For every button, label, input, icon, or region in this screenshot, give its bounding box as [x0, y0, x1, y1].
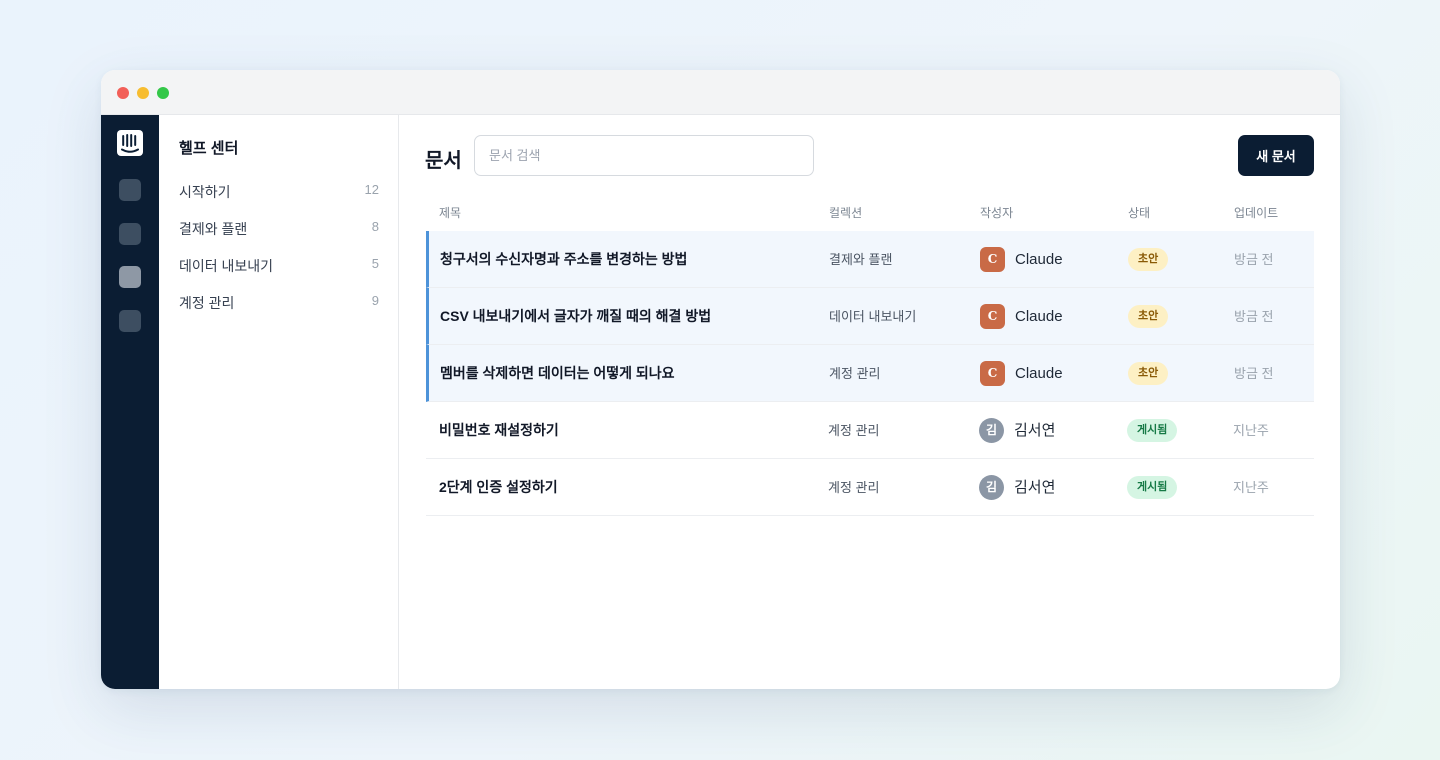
author-name: 김서연: [1014, 422, 1056, 439]
rail-nav-button-2[interactable]: [119, 223, 141, 245]
status-badge: 초안: [1128, 305, 1169, 328]
status-badge: 게시됨: [1127, 419, 1178, 442]
document-title: 청구서의 수신자명과 주소를 변경하는 방법: [440, 251, 688, 267]
updated-time: 지난주: [1233, 480, 1269, 495]
author-name: Claude: [1015, 308, 1063, 325]
status-badge: 초안: [1128, 248, 1169, 271]
sidebar-item-count: 12: [364, 182, 379, 197]
status-badge: 초안: [1128, 362, 1169, 385]
table-row[interactable]: 청구서의 수신자명과 주소를 변경하는 방법 결제와 플랜 C Claude 초…: [426, 231, 1314, 288]
document-collection: 결제와 플랜: [829, 252, 893, 267]
document-collection: 계정 관리: [829, 366, 881, 381]
sidebar-item-label: 시작하기: [179, 184, 231, 200]
maximize-window-button[interactable]: [157, 87, 169, 99]
table-row[interactable]: 비밀번호 재설정하기 계정 관리 김 김서연 게시됨 지난주: [426, 402, 1314, 459]
sidebar-title: 헬프 센터: [179, 140, 239, 157]
column-header-status[interactable]: 상태: [1128, 204, 1150, 221]
sidebar-item-account[interactable]: 계정 관리 9: [179, 289, 379, 313]
minimize-window-button[interactable]: [137, 87, 149, 99]
avatar: C: [980, 361, 1005, 386]
documents-main: 문서 새 문서 제목 컬렉션 작성자 상태 업데이트 청구서의 수신자명과 주소…: [400, 115, 1340, 689]
app-window: 헬프 센터 시작하기 12 결제와 플랜 8 데이터 내보내기 5 계정 관리 …: [101, 70, 1340, 689]
updated-time: 지난주: [1233, 423, 1269, 438]
table-row[interactable]: 2단계 인증 설정하기 계정 관리 김 김서연 게시됨 지난주: [426, 459, 1314, 516]
document-collection: 데이터 내보내기: [829, 309, 917, 324]
column-header-collection[interactable]: 컬렉션: [829, 204, 862, 221]
document-title: 2단계 인증 설정하기: [439, 479, 558, 495]
document-collection: 계정 관리: [828, 423, 880, 438]
updated-time: 방금 전: [1234, 252, 1274, 267]
page-title: 문서: [425, 150, 462, 172]
sidebar-item-data-export[interactable]: 데이터 내보내기 5: [179, 252, 379, 276]
table-row[interactable]: CSV 내보내기에서 글자가 깨질 때의 해결 방법 데이터 내보내기 C Cl…: [426, 288, 1314, 345]
column-header-author[interactable]: 작성자: [980, 204, 1013, 221]
rail-nav-button-4[interactable]: [119, 310, 141, 332]
avatar: C: [980, 304, 1005, 329]
app-rail: [101, 115, 159, 689]
avatar: 김: [979, 418, 1004, 443]
author-name: 김서연: [1014, 479, 1056, 496]
title-bar: [101, 70, 1340, 115]
sidebar-item-label: 계정 관리: [179, 295, 235, 311]
sidebar-item-label: 결제와 플랜: [179, 221, 248, 237]
updated-time: 방금 전: [1234, 366, 1274, 381]
avatar: C: [980, 247, 1005, 272]
column-header-title[interactable]: 제목: [439, 204, 461, 221]
sidebar-item-count: 9: [371, 293, 379, 308]
new-document-button[interactable]: 새 문서: [1238, 135, 1314, 176]
close-window-button[interactable]: [117, 87, 129, 99]
table-row[interactable]: 멤버를 삭제하면 데이터는 어떻게 되나요 계정 관리 C Claude 초안 …: [426, 345, 1314, 402]
updated-time: 방금 전: [1234, 309, 1274, 324]
sidebar-item-billing[interactable]: 결제와 플랜 8: [179, 215, 379, 239]
avatar: 김: [979, 475, 1004, 500]
rail-nav-button-3-active[interactable]: [119, 266, 141, 288]
collection-sidebar: 헬프 센터 시작하기 12 결제와 플랜 8 데이터 내보내기 5 계정 관리 …: [159, 115, 399, 689]
document-title: CSV 내보내기에서 글자가 깨질 때의 해결 방법: [440, 308, 712, 324]
sidebar-item-count: 8: [371, 219, 379, 234]
document-title: 멤버를 삭제하면 데이터는 어떻게 되나요: [440, 365, 675, 381]
rail-nav-button-1[interactable]: [119, 179, 141, 201]
author-name: Claude: [1015, 251, 1063, 268]
document-collection: 계정 관리: [828, 480, 880, 495]
sidebar-item-label: 데이터 내보내기: [179, 258, 274, 274]
search-input[interactable]: [474, 135, 814, 176]
sidebar-item-getting-started[interactable]: 시작하기 12: [179, 178, 379, 202]
status-badge: 게시됨: [1127, 476, 1178, 499]
author-name: Claude: [1015, 365, 1063, 382]
document-title: 비밀번호 재설정하기: [439, 422, 559, 438]
intercom-logo-icon[interactable]: [117, 130, 143, 156]
sidebar-item-count: 5: [371, 256, 379, 271]
column-header-updated[interactable]: 업데이트: [1234, 204, 1278, 221]
